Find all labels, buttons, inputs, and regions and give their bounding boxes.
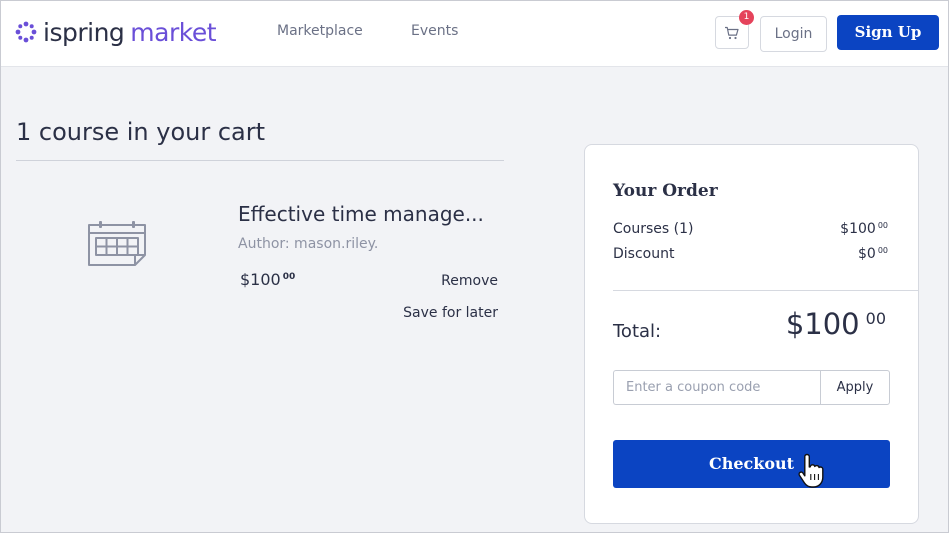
order-divider: [613, 290, 918, 291]
course-price: $100 00: [240, 270, 295, 289]
course-price-cents: 00: [282, 272, 296, 282]
ispring-market-logo[interactable]: ispring market: [15, 16, 217, 48]
total-label: Total:: [613, 321, 662, 342]
cart-heading: 1 course in your cart: [16, 118, 266, 146]
top-header: ispring market Marketplace Events 1 Logi…: [0, 0, 949, 67]
courses-subtotal: $100 00: [840, 221, 888, 237]
nav-events[interactable]: Events: [411, 23, 458, 39]
save-for-later-link[interactable]: Save for later: [403, 305, 498, 321]
calendar-icon: [88, 221, 146, 266]
shopping-cart-icon: [725, 26, 739, 39]
courses-count-label: Courses (1): [613, 221, 694, 237]
logo-text-ispring: ispring: [43, 17, 125, 47]
discount-label: Discount: [613, 246, 675, 262]
coupon-code-input[interactable]: [613, 370, 821, 405]
total-value-cents: 00: [865, 309, 886, 328]
discount-value-main: $0: [857, 246, 876, 262]
courses-subtotal-main: $100: [840, 221, 876, 237]
course-author: Author: mason.riley.: [238, 236, 379, 252]
cart-divider: [16, 160, 504, 161]
hand-pointer-cursor-icon: [798, 453, 824, 488]
nav-marketplace[interactable]: Marketplace: [277, 23, 363, 39]
total-value: $100 00: [786, 307, 886, 341]
cart-count-badge: 1: [739, 10, 754, 25]
course-price-main: $100: [240, 270, 281, 289]
login-button[interactable]: Login: [760, 16, 827, 52]
discount-value-cents: 00: [877, 246, 888, 255]
apply-coupon-button[interactable]: Apply: [820, 370, 890, 405]
discount-value: $0 00: [858, 246, 888, 262]
spark-logo-icon: [15, 21, 37, 43]
order-summary-panel: Your Order Courses (1) $100 00 Discount $…: [584, 144, 919, 524]
order-title: Your Order: [613, 181, 718, 201]
course-title[interactable]: Effective time manage...: [238, 202, 484, 226]
remove-link[interactable]: Remove: [441, 273, 498, 289]
courses-subtotal-cents: 00: [877, 221, 888, 230]
sign-up-button[interactable]: Sign Up: [837, 15, 939, 50]
total-value-main: $100: [785, 307, 860, 341]
checkout-button[interactable]: Checkout: [613, 440, 890, 488]
logo-text-market: market: [130, 17, 217, 47]
